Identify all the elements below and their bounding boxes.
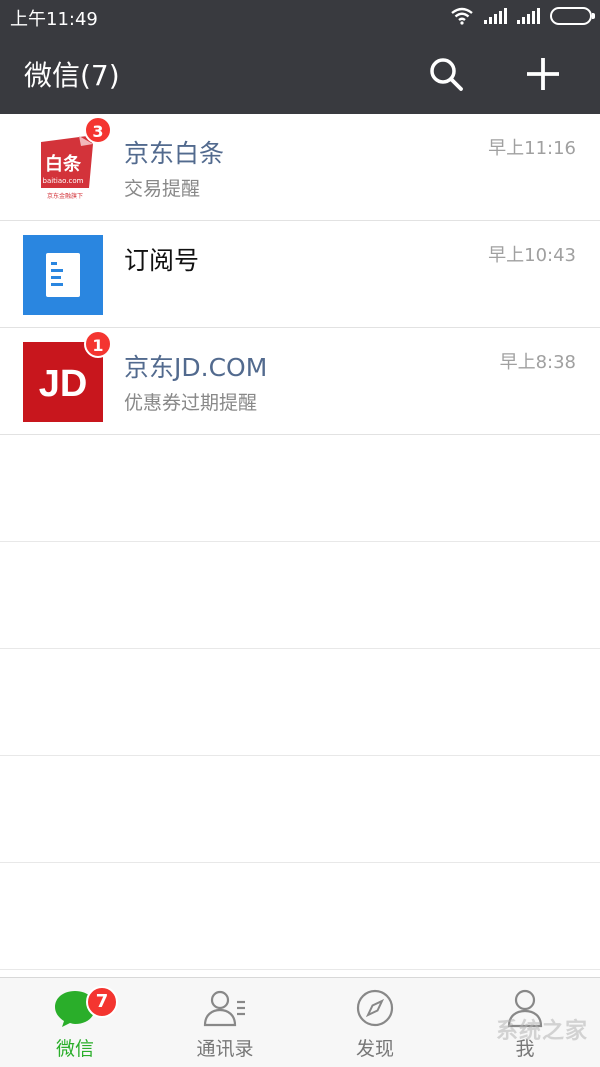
search-icon <box>430 58 463 91</box>
tab-chats[interactable]: 7 微信 <box>0 978 150 1067</box>
add-button[interactable] <box>521 52 565 96</box>
chat-row-baitiao[interactable]: 白条 baitiao.com 京东金融旗下 3 京东白条 交易提醒 早上11:1… <box>0 114 600 221</box>
avatar-subtext: baitiao.com <box>43 177 84 185</box>
avatar-baitiao: 白条 baitiao.com 京东金融旗下 3 <box>23 116 112 208</box>
chat-row-subscriptions[interactable]: 订阅号 早上10:43 <box>0 221 600 328</box>
search-button[interactable] <box>424 52 468 96</box>
unread-badge: 1 <box>84 330 112 358</box>
tab-discover[interactable]: 发现 <box>300 978 450 1067</box>
avatar-text: JD <box>39 363 88 405</box>
chat-preview: 交易提醒 <box>124 178 201 200</box>
tab-contacts[interactable]: 通讯录 <box>150 978 300 1067</box>
empty-list-row <box>0 756 600 863</box>
page-title: 微信(7) <box>24 59 120 92</box>
tab-unread-badge: 7 <box>86 986 118 1018</box>
status-icons <box>450 7 595 25</box>
chat-time: 早上8:38 <box>499 352 576 373</box>
tab-label: 通讯录 <box>196 1038 254 1060</box>
plus-icon <box>527 58 559 90</box>
avatar-subscriptions <box>23 235 103 315</box>
status-time: 上午11:49 <box>10 9 98 30</box>
chat-name: 订阅号 <box>124 246 200 275</box>
chat-name: 京东JD.COM <box>124 353 268 382</box>
empty-list-row <box>0 542 600 649</box>
unread-badge: 3 <box>84 116 112 144</box>
chat-time: 早上10:43 <box>488 245 576 266</box>
compass-icon <box>356 989 394 1027</box>
subscription-icon <box>23 235 103 315</box>
tab-label: 发现 <box>355 1038 394 1060</box>
tab-label: 微信 <box>55 1038 94 1060</box>
signal-icon <box>484 8 507 24</box>
contacts-icon <box>203 990 245 1027</box>
battery-icon <box>550 7 595 25</box>
empty-list-row <box>0 435 600 542</box>
avatar-caption: 京东金融旗下 <box>47 192 83 200</box>
chat-name: 京东白条 <box>124 139 225 168</box>
watermark: 系统之家 <box>495 1019 588 1044</box>
avatar-jd: JD 1 <box>23 330 112 422</box>
chat-preview: 优惠券过期提醒 <box>124 392 258 414</box>
chat-list: 白条 baitiao.com 京东金融旗下 3 京东白条 交易提醒 早上11:1… <box>0 114 600 970</box>
wifi-icon <box>451 7 473 25</box>
chat-time: 早上11:16 <box>488 138 576 159</box>
signal-icon-2 <box>517 8 540 24</box>
app-header: 微信(7) <box>0 34 600 114</box>
avatar-text: 白条 <box>45 153 82 175</box>
empty-list-row <box>0 863 600 970</box>
empty-list-row <box>0 649 600 756</box>
bottom-tab-bar: 7 微信 通讯录 发现 我 系统之家 <box>0 977 600 1067</box>
status-bar: 上午11:49 <box>0 0 600 34</box>
chat-row-jd[interactable]: JD 1 京东JD.COM 优惠券过期提醒 早上8:38 <box>0 328 600 435</box>
